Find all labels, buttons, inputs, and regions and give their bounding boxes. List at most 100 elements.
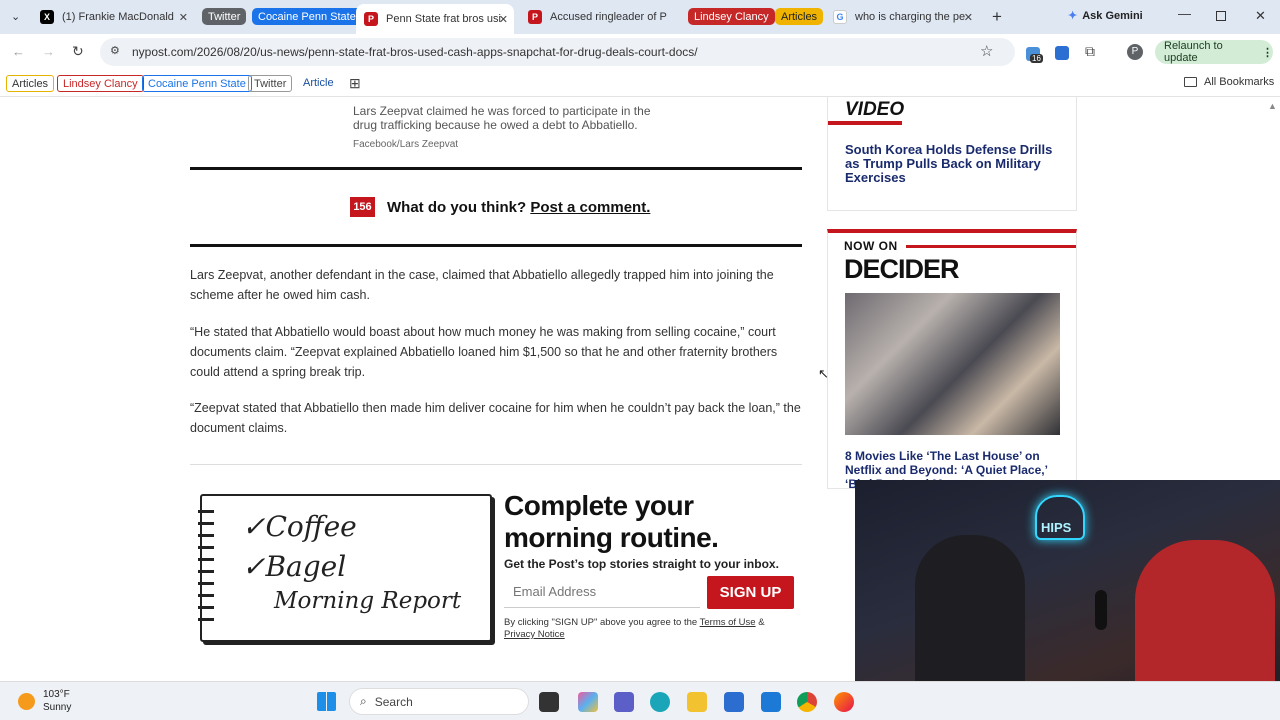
note-line-2: ✓Bagel xyxy=(242,550,347,583)
tab-group-articles[interactable]: Articles xyxy=(775,8,824,25)
store-icon[interactable] xyxy=(724,692,744,712)
firefox-icon[interactable] xyxy=(834,692,854,712)
restore-icon[interactable] xyxy=(1216,11,1226,21)
file-explorer-icon[interactable] xyxy=(687,692,707,712)
profile-avatar[interactable]: P xyxy=(1127,44,1143,60)
tab-label: (1) Frankie MacDonald xyxy=(62,11,174,23)
article-paragraph: “He stated that Abbatiello would boast a… xyxy=(190,325,778,379)
email-input[interactable] xyxy=(504,576,700,608)
bookmark-lindsey[interactable]: Lindsey Clancy xyxy=(57,75,144,92)
start-windows-icon[interactable] xyxy=(317,692,336,711)
relaunch-button[interactable]: Relaunch to update ⋮ xyxy=(1155,40,1273,64)
extension-badge: 16 xyxy=(1030,54,1043,63)
photo-caption: Lars Zeepvat claimed he was forced to pa… xyxy=(353,104,651,132)
mail-icon[interactable] xyxy=(761,692,781,712)
decider-logo: DECIDER xyxy=(844,254,960,284)
tab-group-cocaine[interactable]: Cocaine Penn State xyxy=(252,8,362,25)
decider-image[interactable] xyxy=(845,293,1060,435)
neon-sign-text: HIPS xyxy=(1041,520,1072,535)
video-headline[interactable]: South Korea Holds Defense Drills as Trum… xyxy=(845,143,1060,185)
tab-accused[interactable]: P Accused ringleader of P xyxy=(522,6,682,28)
close-tab-icon[interactable]: ✕ xyxy=(964,11,973,24)
now-on-label: NOW ON xyxy=(844,239,898,253)
google-g-icon: G xyxy=(833,10,847,24)
x-logo-icon: X xyxy=(40,10,54,24)
bookmark-star-icon[interactable]: ☆ xyxy=(980,42,993,60)
article-paragraph: “Zeepvat stated that Abbatiello then mad… xyxy=(190,401,801,435)
scroll-up-arrow-icon[interactable]: ▲ xyxy=(1268,101,1277,111)
newsletter-headline: Complete your morning routine. xyxy=(504,490,719,553)
now-on-red-rule xyxy=(906,245,1076,248)
minimize-icon[interactable]: — xyxy=(1178,6,1191,21)
chrome-icon[interactable] xyxy=(797,692,817,712)
reload-icon[interactable]: ↻ xyxy=(72,43,84,60)
note-line-3: Morning Report xyxy=(274,588,462,614)
post-comment-link[interactable]: Post a comment. xyxy=(530,199,650,216)
extensions-puzzle-icon[interactable]: ⧉ xyxy=(1085,43,1095,60)
edge-icon[interactable] xyxy=(650,692,670,712)
back-icon[interactable]: ← xyxy=(12,44,25,59)
ask-gemini-button[interactable]: ✦ Ask Gemini xyxy=(1068,9,1143,23)
nypost-favicon-icon: P xyxy=(364,12,378,26)
copilot-icon[interactable] xyxy=(578,692,598,712)
legal-text: By clicking "SIGN UP" above you agree to… xyxy=(504,617,794,641)
taskbar-search[interactable]: ⌕ Search xyxy=(349,688,529,715)
close-tab-icon[interactable]: ✕ xyxy=(499,13,508,26)
decider-card: NOW ON DECIDER 8 Movies Like ‘The Last H… xyxy=(827,229,1077,489)
bookmark-twitter[interactable]: Twitter xyxy=(248,75,293,92)
bookmark-article[interactable]: Article xyxy=(303,77,334,89)
apps-grid-icon[interactable]: ⊞ xyxy=(349,75,361,92)
close-window-icon[interactable]: ✕ xyxy=(1255,8,1266,24)
folder-icon xyxy=(1184,77,1197,87)
tab-group-twitter[interactable]: Twitter xyxy=(202,8,247,25)
tab-label: Penn State frat bros usi xyxy=(386,13,501,25)
weather-sun-icon xyxy=(18,693,35,710)
note-line-1: ✓Coffee xyxy=(242,510,357,543)
browser-toolbar: ← → ↻ ⚙ nypost.com/2026/08/20/us-news/pe… xyxy=(0,34,1280,71)
microphone-icon xyxy=(1095,590,1107,630)
close-tab-icon[interactable]: ✕ xyxy=(179,11,188,24)
comment-prompt: What do you think? Post a comment. xyxy=(387,199,651,216)
tab-group-lindsey[interactable]: Lindsey Clancy xyxy=(688,8,775,25)
weather-widget[interactable]: 103°F Sunny xyxy=(43,688,71,714)
url-text: nypost.com/2026/08/20/us-news/penn-state… xyxy=(132,45,698,59)
bookmarks-bar: Articles Lindsey Clancy Cocaine Penn Sta… xyxy=(0,71,1280,97)
tab-google[interactable]: G who is charging the pe ✕ xyxy=(827,6,979,28)
sign-up-button[interactable]: SIGN UP xyxy=(707,576,794,609)
newsletter-subtitle: Get the Post’s top stories straight to y… xyxy=(504,557,779,571)
teams-icon[interactable] xyxy=(614,692,634,712)
taskbar: 103°F Sunny ⌕ Search xyxy=(0,681,1280,720)
tab-strip: ⌄ X (1) Frankie MacDonald ✕ Twitter Coca… xyxy=(0,0,1280,34)
terms-link[interactable]: Terms of Use xyxy=(700,617,756,628)
mouse-cursor-icon: ↖ xyxy=(818,366,829,381)
video-red-bar xyxy=(828,121,902,125)
more-menu-icon: ⋮ xyxy=(1262,46,1273,59)
extension-icon[interactable] xyxy=(1055,46,1069,60)
gemini-sparkle-icon: ✦ xyxy=(1068,10,1078,22)
task-view-icon[interactable] xyxy=(539,692,559,712)
bookmark-cocaine[interactable]: Cocaine Penn State xyxy=(142,75,252,92)
video-label: VIDEO xyxy=(845,99,905,120)
comment-count-badge[interactable]: 156 xyxy=(350,197,375,217)
bookmark-articles[interactable]: Articles xyxy=(6,75,55,92)
notepad-illustration: ✓Coffee ✓Bagel Morning Report xyxy=(198,494,492,642)
spiral-binding xyxy=(198,510,214,630)
site-info-icon[interactable]: ⚙ xyxy=(110,44,120,57)
tab-penn-state[interactable]: P Penn State frat bros usi ✕ xyxy=(356,4,514,34)
divider xyxy=(190,244,802,247)
article-paragraph: Lars Zeepvat, another defendant in the c… xyxy=(190,268,774,302)
divider xyxy=(190,464,802,465)
tab-search-chevron-icon[interactable]: ⌄ xyxy=(11,10,20,23)
forward-icon[interactable]: → xyxy=(42,44,55,59)
tab-frankie[interactable]: X (1) Frankie MacDonald ✕ xyxy=(34,6,194,28)
address-bar[interactable]: ⚙ nypost.com/2026/08/20/us-news/penn-sta… xyxy=(100,38,1015,66)
tab-label: Accused ringleader of P xyxy=(550,11,667,23)
privacy-link[interactable]: Privacy Notice xyxy=(504,629,794,641)
new-tab-icon[interactable]: + xyxy=(992,7,1002,27)
video-card[interactable]: VIDEO South Korea Holds Defense Drills a… xyxy=(827,97,1077,211)
all-bookmarks-button[interactable]: All Bookmarks xyxy=(1184,76,1274,88)
nypost-favicon-icon: P xyxy=(528,10,542,24)
divider xyxy=(190,167,802,170)
search-icon: ⌕ xyxy=(360,694,367,708)
tab-label: who is charging the pe xyxy=(855,11,966,23)
